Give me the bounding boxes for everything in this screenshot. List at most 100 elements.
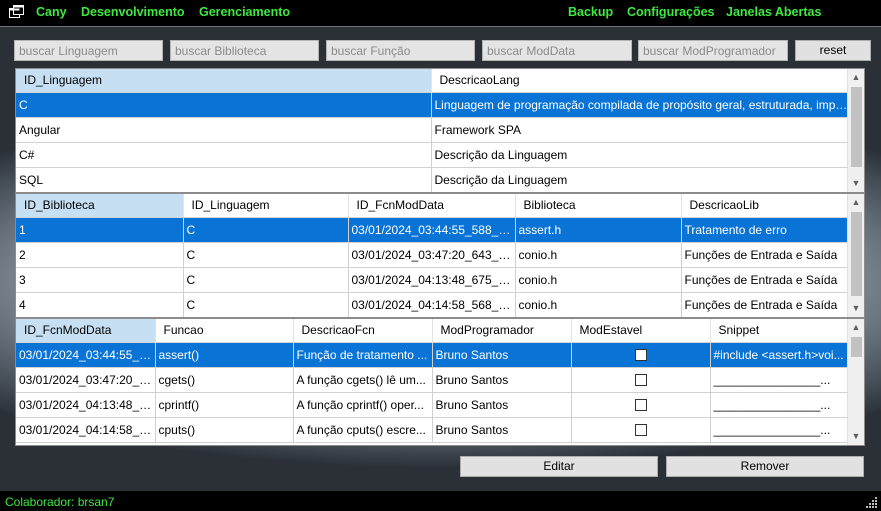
table-cell[interactable]: Linguagem de programação compilada de pr… (431, 92, 849, 118)
table-row[interactable]: 4 C 03/01/2024_04:14:58_568_Br... conio.… (16, 292, 849, 317)
column-header[interactable]: ID_FcnModData (16, 319, 156, 343)
table-cell[interactable]: Tratamento de erro (681, 217, 849, 243)
table-cell[interactable]: C (183, 217, 349, 243)
scroll-down-icon[interactable]: ▼ (848, 300, 864, 317)
linguagem-grid[interactable]: ID_Linguagem DescricaoLang C Linguagem d… (15, 68, 865, 193)
scroll-down-icon[interactable]: ▼ (848, 428, 864, 445)
scroll-thumb[interactable] (851, 337, 862, 357)
table-cell[interactable]: 1 (16, 217, 184, 243)
menu-configuracoes[interactable]: Configurações (627, 5, 715, 19)
table-cell[interactable]: Funções de Entrada e Saída (681, 267, 849, 293)
table-cell[interactable]: cgets() (155, 367, 294, 393)
table-cell[interactable]: Descrição da Linguagem (431, 167, 849, 192)
column-header[interactable]: DescricaoFcn (293, 319, 433, 343)
column-header[interactable]: ID_Biblioteca (16, 194, 184, 218)
table-row[interactable]: SQL Descrição da Linguagem (16, 167, 849, 192)
table-cell[interactable]: C (183, 292, 349, 317)
table-cell[interactable]: Framework SPA (431, 117, 849, 143)
menu-janelas-abertas[interactable]: Janelas Abertas (726, 5, 821, 19)
scroll-up-icon[interactable]: ▲ (848, 194, 864, 211)
table-cell[interactable]: Bruno Santos (432, 342, 572, 368)
table-cell[interactable]: C (183, 242, 349, 268)
column-header[interactable]: Funcao (155, 319, 294, 343)
search-modprogramador-input[interactable] (638, 40, 788, 61)
table-row[interactable]: 1 C 03/01/2024_03:44:55_588_Br... assert… (16, 217, 849, 243)
column-header[interactable]: ID_Linguagem (16, 69, 432, 93)
menu-gerenciamento[interactable]: Gerenciamento (199, 5, 290, 19)
remove-button[interactable]: Remover (666, 456, 864, 477)
table-cell[interactable]: Descrição da Linguagem (431, 142, 849, 168)
resize-grip-icon[interactable] (866, 496, 878, 508)
column-header[interactable]: ModEstavel (571, 319, 711, 343)
modestavel-cell[interactable] (571, 367, 711, 393)
column-header[interactable]: ID_FcnModData (348, 194, 516, 218)
table-cell[interactable]: 03/01/2024_04:14:58_568_Br... (348, 292, 516, 317)
table-row[interactable]: 03/01/2024_03:47:20_64... cgets() A funç… (16, 367, 849, 393)
menu-cany[interactable]: Cany (36, 5, 67, 19)
search-biblioteca-input[interactable] (170, 40, 319, 61)
table-row[interactable]: C# Descrição da Linguagem (16, 142, 849, 168)
table-row[interactable]: 3 C 03/01/2024_04:13:48_675_Br... conio.… (16, 267, 849, 293)
vertical-scrollbar[interactable]: ▲ ▼ (847, 319, 864, 445)
table-cell[interactable]: cputs() (155, 417, 294, 443)
table-cell[interactable]: Bruno Santos (432, 392, 572, 418)
scroll-thumb[interactable] (851, 87, 862, 167)
table-cell[interactable]: 3 (16, 267, 184, 293)
funcao-grid[interactable]: ID_FcnModData Funcao DescricaoFcn ModPro… (15, 318, 865, 446)
search-moddata-input[interactable] (482, 40, 632, 61)
table-row[interactable]: C Linguagem de programação compilada de … (16, 92, 849, 118)
table-cell[interactable]: C (183, 267, 349, 293)
table-cell[interactable]: assert() (155, 342, 294, 368)
modestavel-checkbox[interactable] (634, 399, 647, 412)
modestavel-cell[interactable] (571, 417, 711, 443)
scroll-thumb[interactable] (851, 212, 862, 296)
table-cell[interactable]: 03/01/2024_04:13:48_675_Br... (348, 267, 516, 293)
column-header[interactable]: Biblioteca (515, 194, 682, 218)
table-row[interactable]: Angular Framework SPA (16, 117, 849, 143)
reset-button[interactable]: reset (795, 40, 871, 61)
scroll-up-icon[interactable]: ▲ (848, 319, 864, 336)
scroll-down-icon[interactable]: ▼ (848, 175, 864, 192)
table-cell[interactable]: A função cprintf() oper... (293, 392, 433, 418)
table-row[interactable]: 03/01/2024_04:13:48_67... cprintf() A fu… (16, 392, 849, 418)
table-row[interactable]: 03/01/2024_03:44:55_58... assert() Funçã… (16, 342, 849, 368)
table-cell[interactable]: 03/01/2024_04:14:58_56... (16, 417, 156, 443)
window-icon[interactable] (9, 5, 24, 18)
column-header[interactable]: DescricaoLang (431, 69, 849, 93)
column-header[interactable]: DescricaoLib (681, 194, 849, 218)
table-cell[interactable]: assert.h (515, 217, 682, 243)
table-cell[interactable]: Bruno Santos (432, 417, 572, 443)
table-cell[interactable]: ________________... (710, 367, 849, 393)
modestavel-cell[interactable] (571, 392, 711, 418)
search-linguagem-input[interactable] (14, 40, 163, 61)
table-cell[interactable]: 4 (16, 292, 184, 317)
vertical-scrollbar[interactable]: ▲ ▼ (847, 194, 864, 317)
table-cell[interactable]: conio.h (515, 242, 682, 268)
table-cell[interactable]: 03/01/2024_04:13:48_67... (16, 392, 156, 418)
table-cell[interactable]: Bruno Santos (432, 367, 572, 393)
vertical-scrollbar[interactable]: ▲ ▼ (847, 69, 864, 192)
menu-backup[interactable]: Backup (568, 5, 613, 19)
table-row[interactable]: 03/01/2024_04:14:58_56... cputs() A funç… (16, 417, 849, 443)
column-header[interactable]: ID_Linguagem (183, 194, 349, 218)
scroll-up-icon[interactable]: ▲ (848, 69, 864, 86)
table-cell[interactable]: A função cgets() lê um... (293, 367, 433, 393)
table-cell[interactable]: Função de tratamento ... (293, 342, 433, 368)
table-cell[interactable]: conio.h (515, 267, 682, 293)
table-cell[interactable]: conio.h (515, 292, 682, 317)
modestavel-cell[interactable] (571, 342, 711, 368)
table-cell[interactable]: 2 (16, 242, 184, 268)
menu-desenvolvimento[interactable]: Desenvolvimento (81, 5, 185, 19)
table-cell[interactable]: Funções de Entrada e Saída (681, 292, 849, 317)
biblioteca-grid[interactable]: ID_Biblioteca ID_Linguagem ID_FcnModData… (15, 193, 865, 318)
table-cell[interactable]: ________________... (710, 392, 849, 418)
table-cell[interactable]: 03/01/2024_03:47:20_64... (16, 367, 156, 393)
table-cell[interactable]: A função cputs() escre... (293, 417, 433, 443)
table-row[interactable]: 2 C 03/01/2024_03:47:20_643_Br... conio.… (16, 242, 849, 268)
table-cell[interactable]: 03/01/2024_03:44:55_58... (16, 342, 156, 368)
edit-button[interactable]: Editar (460, 456, 658, 477)
table-cell[interactable]: C# (16, 142, 432, 168)
modestavel-checkbox[interactable] (634, 349, 647, 362)
column-header[interactable]: ModProgramador (432, 319, 572, 343)
column-header[interactable]: Snippet (710, 319, 849, 343)
